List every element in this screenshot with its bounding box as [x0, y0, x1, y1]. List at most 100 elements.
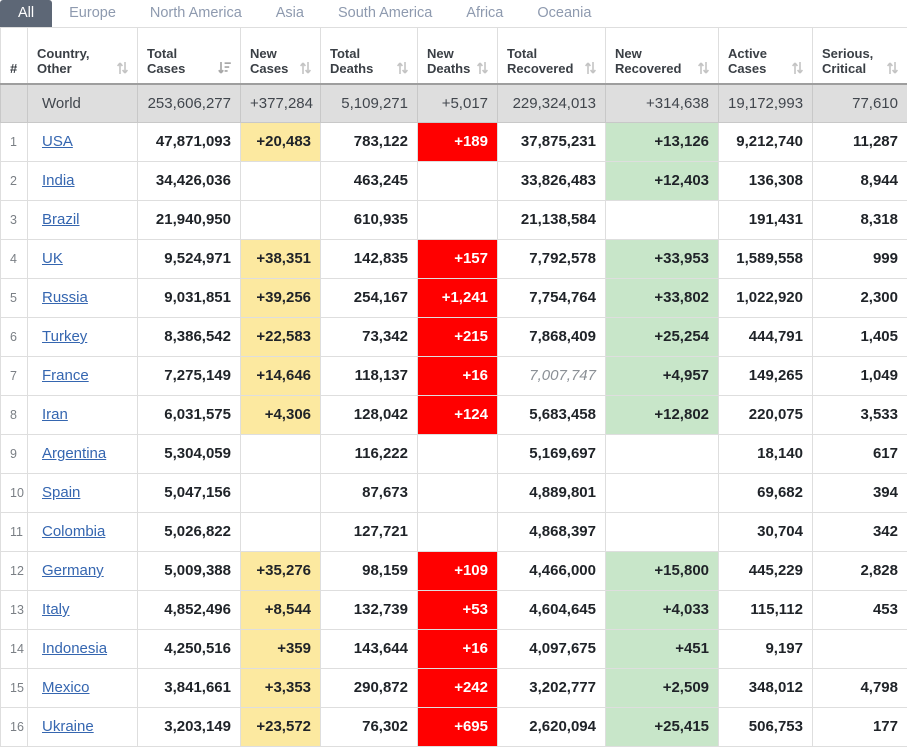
tab-europe[interactable]: Europe [52, 0, 133, 27]
total-deaths-cell: 142,835 [320, 238, 418, 279]
sort-icon[interactable] [584, 61, 597, 76]
column-header-new-deaths[interactable]: New Deaths [417, 28, 498, 85]
new-deaths-cell [417, 433, 498, 474]
total-cases-cell: 4,852,496 [137, 589, 241, 630]
country-link[interactable]: Brazil [42, 211, 80, 228]
country-link[interactable]: Ukraine [42, 718, 94, 735]
total-recovered-cell: 5,683,458 [497, 394, 606, 435]
table-header-row: # Country, Other Total Cases New Cases Total Dea… [0, 28, 907, 85]
column-header-country-other[interactable]: Country, Other [27, 28, 138, 85]
table-row: 5 Russia 9,031,851 +39,256 254,167 +1,241 7,75… [0, 277, 907, 318]
row-rank-cell: 10 [0, 472, 28, 513]
column-header-[interactable]: # [0, 28, 28, 85]
total-deaths-cell: 76,302 [320, 706, 418, 747]
active-cases-cell: 9,212,740 [718, 121, 813, 162]
column-header-text: Total Cases [147, 46, 185, 76]
sort-icon[interactable] [791, 61, 804, 76]
sort-icon[interactable] [116, 61, 129, 76]
country-link[interactable]: Italy [42, 601, 70, 618]
world-total-recovered-cell: 229,324,013 [497, 83, 606, 123]
country-link[interactable]: Indonesia [42, 640, 107, 657]
total-deaths-cell: 783,122 [320, 121, 418, 162]
new-recovered-cell: +451 [605, 628, 719, 669]
country-link[interactable]: Iran [42, 406, 68, 423]
total-cases-cell: 9,031,851 [137, 277, 241, 318]
total-deaths-cell: 127,721 [320, 511, 418, 552]
world-rank-cell [0, 83, 28, 123]
country-link[interactable]: Argentina [42, 445, 106, 462]
total-deaths-cell: 128,042 [320, 394, 418, 435]
new-cases-cell [240, 511, 321, 552]
active-cases-cell: 1,589,558 [718, 238, 813, 279]
tab-north-america[interactable]: North America [133, 0, 259, 27]
new-recovered-cell: +25,415 [605, 706, 719, 747]
total-recovered-cell: 5,169,697 [497, 433, 606, 474]
new-recovered-cell: +12,403 [605, 160, 719, 201]
new-cases-cell: +22,583 [240, 316, 321, 357]
country-link[interactable]: Russia [42, 289, 88, 306]
country-link[interactable]: Germany [42, 562, 104, 579]
row-rank-cell: 6 [0, 316, 28, 357]
column-header-total-deaths[interactable]: Total Deaths [320, 28, 418, 85]
column-header-text: New Cases [250, 46, 288, 76]
column-header-total-recovered[interactable]: Total Recovered [497, 28, 606, 85]
new-cases-cell: +3,353 [240, 667, 321, 708]
sort-amount-desc-icon[interactable] [218, 61, 231, 76]
column-header-new-cases[interactable]: New Cases [240, 28, 321, 85]
sort-icon[interactable] [299, 61, 312, 76]
sort-icon[interactable] [476, 61, 489, 76]
new-recovered-cell: +33,953 [605, 238, 719, 279]
country-link[interactable]: UK [42, 250, 63, 267]
new-cases-cell: +4,306 [240, 394, 321, 435]
continent-tabbar: All Europe North America Asia South America A… [0, 0, 907, 28]
total-deaths-cell: 290,872 [320, 667, 418, 708]
row-rank-cell: 11 [0, 511, 28, 552]
column-header-line2: Cases [147, 61, 186, 76]
country-link[interactable]: India [42, 172, 75, 189]
total-cases-cell: 3,203,149 [137, 706, 241, 747]
total-deaths-cell: 87,673 [320, 472, 418, 513]
country-link[interactable]: France [42, 367, 89, 384]
tab-all[interactable]: All [0, 0, 53, 27]
sort-icon[interactable] [697, 61, 710, 76]
new-cases-cell: +359 [240, 628, 321, 669]
table-body: World 253,606,277 +377,284 5,109,271 +5,017 2… [0, 83, 907, 747]
column-header-line2: Deaths [330, 61, 374, 76]
new-deaths-cell: +109 [417, 550, 498, 591]
row-rank-cell: 1 [0, 121, 28, 162]
new-cases-cell: +38,351 [240, 238, 321, 279]
row-rank-cell: 9 [0, 433, 28, 474]
column-header-active-cases[interactable]: Active Cases [718, 28, 813, 85]
column-header-serious-critical[interactable]: Serious, Critical [812, 28, 907, 85]
new-deaths-cell: +124 [417, 394, 498, 435]
tab-africa[interactable]: Africa [449, 0, 520, 27]
tab-asia[interactable]: Asia [259, 0, 321, 27]
row-rank-cell: 13 [0, 589, 28, 630]
active-cases-cell: 136,308 [718, 160, 813, 201]
world-new-cases-cell: +377,284 [240, 83, 321, 123]
table-row: 14 Indonesia 4,250,516 +359 143,644 +16 4,097,… [0, 628, 907, 669]
country-link[interactable]: Mexico [42, 679, 90, 696]
column-header-new-recovered[interactable]: New Recovered [605, 28, 719, 85]
country-name-cell: UK [27, 238, 138, 279]
sort-icon[interactable] [886, 61, 899, 76]
country-link[interactable]: USA [42, 133, 73, 150]
country-link[interactable]: Colombia [42, 523, 105, 540]
country-link[interactable]: Spain [42, 484, 80, 501]
sort-icon[interactable] [396, 61, 409, 76]
column-header-line1: Total [507, 46, 538, 61]
table-row: 2 India 34,426,036 463,245 33,826,483 +12,403… [0, 160, 907, 201]
total-deaths-cell: 254,167 [320, 277, 418, 318]
serious-critical-cell: 11,287 [812, 121, 907, 162]
tab-oceania[interactable]: Oceania [520, 0, 608, 27]
column-header-total-cases[interactable]: Total Cases [137, 28, 241, 85]
total-cases-cell: 47,871,093 [137, 121, 241, 162]
table-row: 6 Turkey 8,386,542 +22,583 73,342 +215 7,868,4… [0, 316, 907, 357]
total-recovered-cell: 33,826,483 [497, 160, 606, 201]
tab-south-america[interactable]: South America [321, 0, 449, 27]
total-recovered-cell: 4,889,801 [497, 472, 606, 513]
country-link[interactable]: Turkey [42, 328, 87, 345]
total-cases-cell: 3,841,661 [137, 667, 241, 708]
row-rank-cell: 5 [0, 277, 28, 318]
table-header: # Country, Other Total Cases New Cases Total Dea… [0, 28, 907, 85]
